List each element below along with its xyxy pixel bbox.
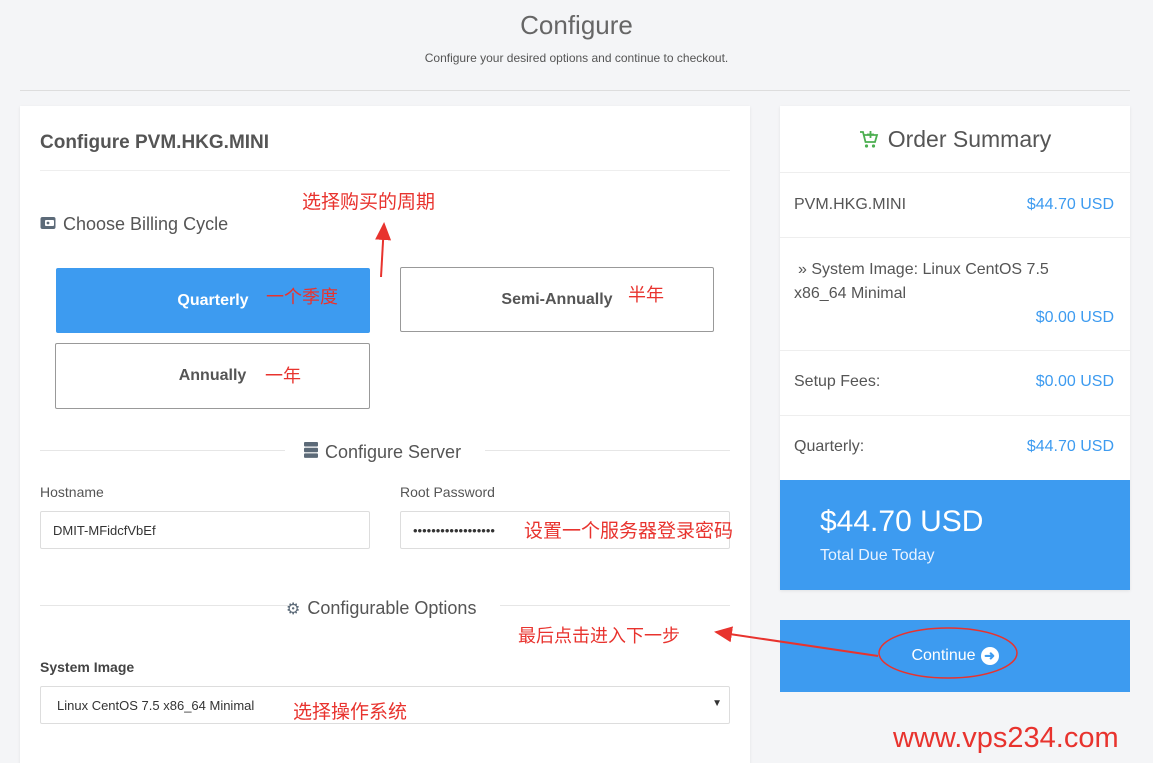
billing-option-label: Semi-Annually xyxy=(501,290,613,308)
summary-addon-line1: » System Image: Linux CentOS 7.5 xyxy=(798,261,1049,278)
hostname-input[interactable] xyxy=(40,511,370,549)
continue-button-label: Continue xyxy=(911,647,976,664)
annotation-choose-cycle: 选择购买的周期 xyxy=(302,191,436,213)
total-due-box: $44.70 USD Total Due Today xyxy=(780,480,1130,590)
summary-row-cycle: Quarterly: $44.70 USD xyxy=(780,416,1130,480)
configure-server-heading: Configure Server xyxy=(304,442,461,463)
billing-option-semi-annually[interactable]: Semi-Annually xyxy=(400,267,714,332)
summary-row-addon: » System Image: Linux CentOS 7.5 x86_64 … xyxy=(780,238,1130,351)
continue-button[interactable]: Continue ➜ xyxy=(780,620,1130,692)
page-subtitle: Configure your desired options and conti… xyxy=(424,51,729,65)
site-watermark: www.vps234.com xyxy=(893,722,1119,754)
header-divider xyxy=(20,90,1130,91)
divider-line xyxy=(500,605,730,606)
system-image-selected-value: Linux CentOS 7.5 x86_64 Minimal xyxy=(57,697,255,713)
order-summary-panel: Order Summary PVM.HKG.MINI $44.70 USD » … xyxy=(780,106,1130,590)
annotation-click-next: 最后点击进入下一步 xyxy=(518,626,680,647)
summary-cycle-price: $44.70 USD xyxy=(1026,438,1114,455)
cart-plus-icon xyxy=(859,130,879,149)
summary-setup-price: $0.00 USD xyxy=(1035,373,1114,390)
billing-option-label: Annually xyxy=(178,367,247,384)
divider-line xyxy=(40,605,297,606)
order-summary-title-text: Order Summary xyxy=(887,125,1052,152)
arrow-circle-right-icon: ➜ xyxy=(980,647,999,665)
order-summary-title: Order Summary xyxy=(780,106,1130,173)
gear-icon: ⚙ xyxy=(286,600,301,618)
wallet-icon xyxy=(40,214,56,235)
annotation-annually: 一年 xyxy=(265,366,301,387)
configure-server-heading-text: Configure Server xyxy=(325,442,462,462)
summary-row-product: PVM.HKG.MINI $44.70 USD xyxy=(780,173,1130,238)
summary-row-setup: Setup Fees: $0.00 USD xyxy=(780,351,1130,416)
summary-cycle-label: Quarterly: xyxy=(794,438,865,455)
divider-line xyxy=(40,450,285,451)
summary-product-price: $44.70 USD xyxy=(1026,196,1114,213)
billing-option-label: Quarterly xyxy=(177,291,249,309)
annotation-quarterly: 一个季度 xyxy=(266,287,338,308)
total-due-amount: $44.70 USD xyxy=(820,505,984,538)
configurable-options-heading: ⚙ Configurable Options xyxy=(286,598,476,619)
annotation-choose-os: 选择操作系统 xyxy=(293,701,408,723)
summary-product-name: PVM.HKG.MINI xyxy=(794,196,907,213)
page-title: Configure xyxy=(520,10,633,40)
billing-cycle-heading: Choose Billing Cycle xyxy=(40,214,228,235)
chevron-down-icon: ▼ xyxy=(712,698,722,709)
card-title-divider xyxy=(40,170,730,171)
divider-line xyxy=(485,450,730,451)
configurable-options-heading-text: Configurable Options xyxy=(307,598,477,618)
hostname-label: Hostname xyxy=(40,484,104,500)
summary-addon-line2: x86_64 Minimal xyxy=(794,285,907,302)
system-image-label: System Image xyxy=(40,659,135,675)
billing-cycle-heading-text: Choose Billing Cycle xyxy=(63,214,229,234)
billing-option-annually[interactable]: Annually xyxy=(55,343,370,409)
annotation-semi-annually: 半年 xyxy=(628,285,664,306)
annotation-set-password: 设置一个服务器登录密码 xyxy=(524,520,734,542)
server-icon xyxy=(304,442,318,463)
product-config-title: Configure PVM.HKG.MINI xyxy=(40,132,270,153)
summary-addon-price: $0.00 USD xyxy=(1035,309,1114,326)
total-due-label: Total Due Today xyxy=(820,547,935,564)
root-password-label: Root Password xyxy=(400,484,495,500)
summary-setup-label: Setup Fees: xyxy=(794,373,881,390)
